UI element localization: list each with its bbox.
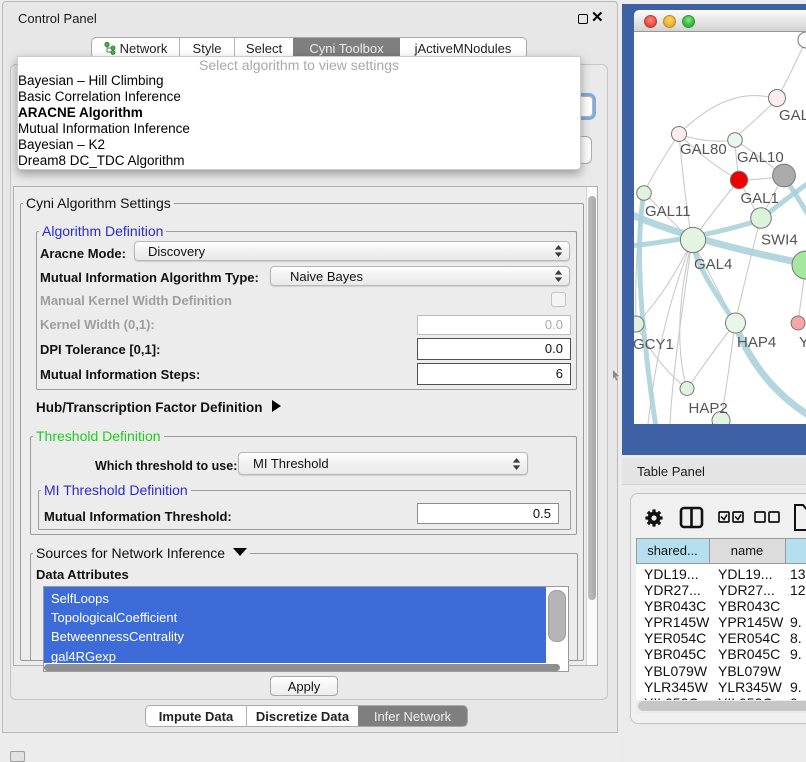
svg-text:GAL11: GAL11 (645, 203, 691, 220)
svg-text:GAL1: GAL1 (741, 190, 779, 207)
svg-text:HAP2: HAP2 (689, 400, 728, 417)
svg-text:SWI4: SWI4 (761, 232, 798, 249)
svg-text:GAL4: GAL4 (694, 256, 732, 273)
svg-text:GAL80: GAL80 (680, 141, 727, 158)
svg-text:GCY1: GCY1 (634, 336, 674, 353)
svg-text:Y: Y (799, 334, 806, 351)
svg-text:GAL10: GAL10 (737, 149, 784, 166)
svg-text:HAP4: HAP4 (737, 334, 776, 351)
svg-text:GAL2: GAL2 (779, 107, 806, 124)
